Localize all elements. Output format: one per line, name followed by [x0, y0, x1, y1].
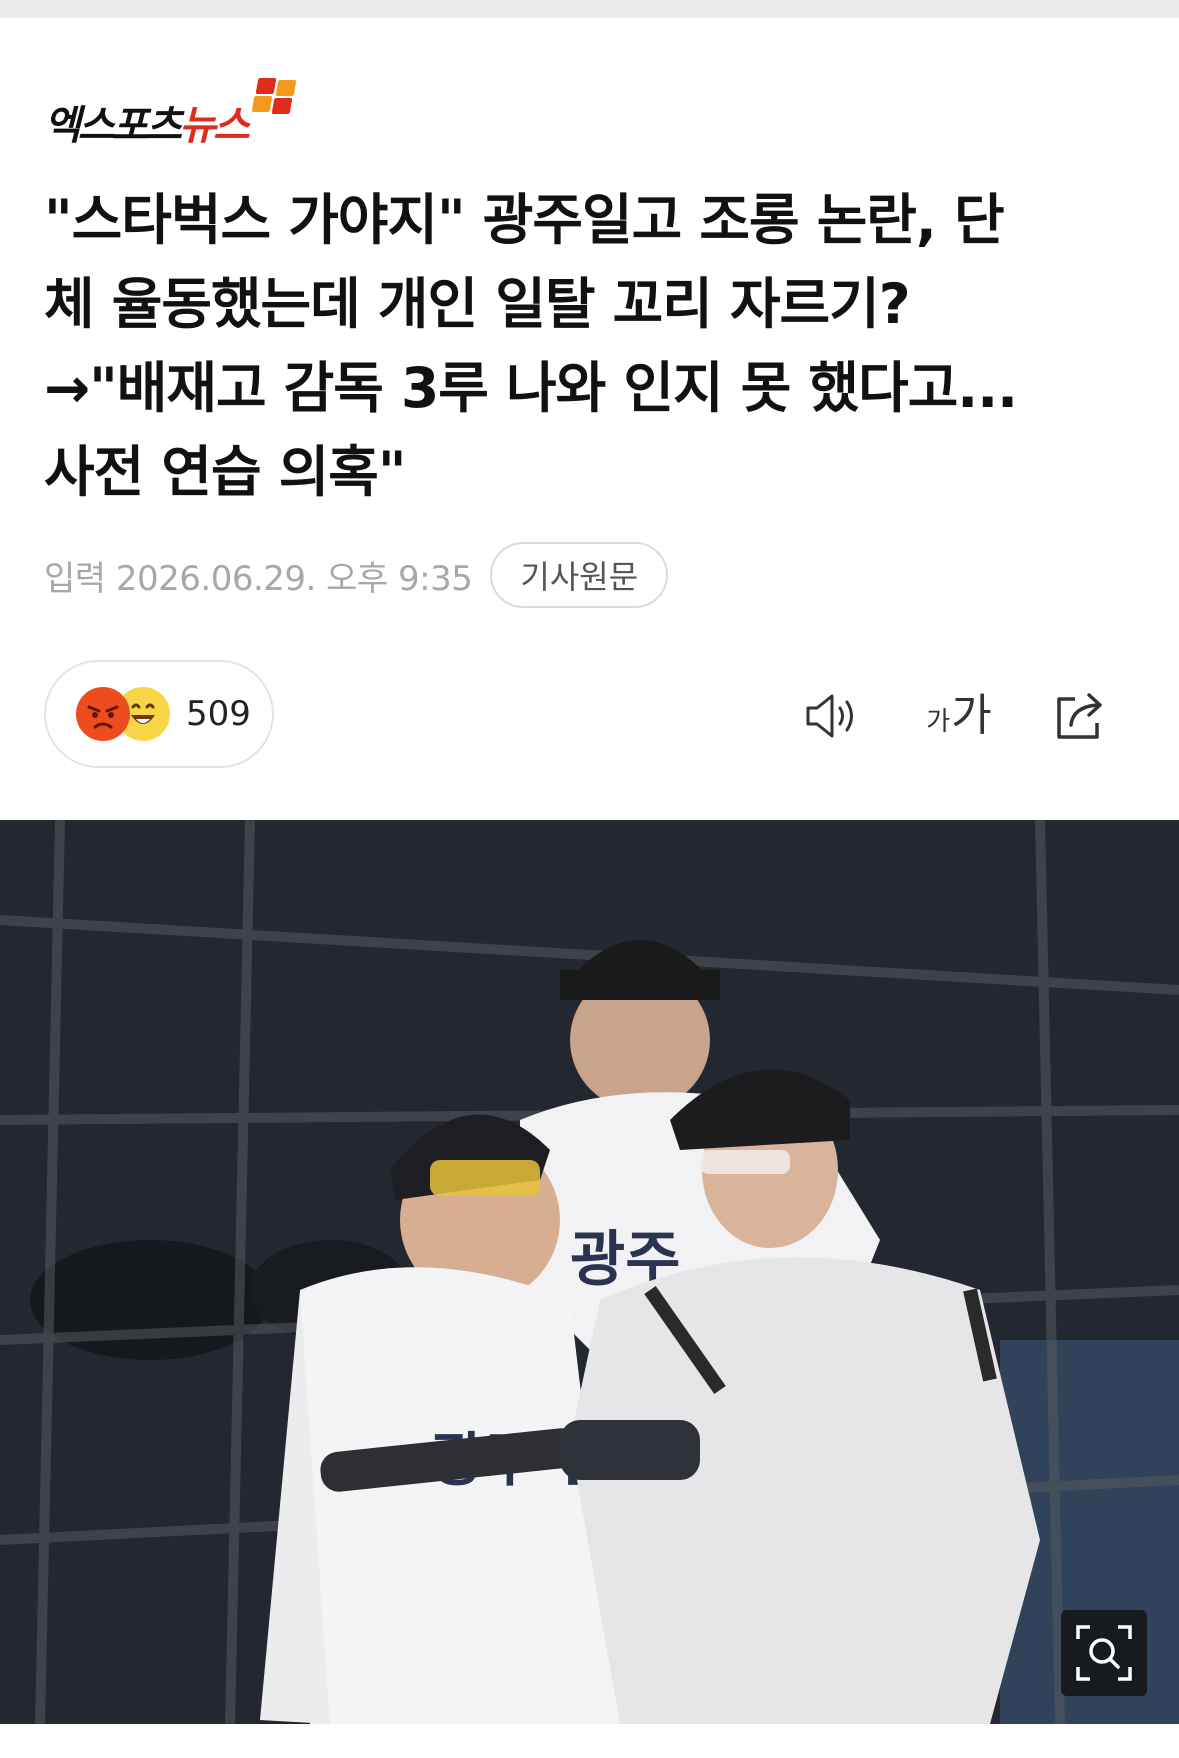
audio-read-button[interactable] [800, 684, 864, 748]
reaction-count: 509 [186, 694, 251, 734]
headline-line: →"배재고 감독 3루 나와 인지 못 했다고... [44, 356, 1018, 420]
logo-text: 엑스포츠뉴스 [44, 103, 250, 149]
speaker-icon [806, 694, 853, 738]
page-bottom-edge [0, 1724, 1179, 1758]
logo-mark-icon [251, 78, 297, 128]
article-headline: "스타벅스 가야지" 광주일고 조롱 논란, 단 체 율동했는데 개인 일탈 꼬… [44, 178, 1144, 514]
angry-emoji-icon [76, 687, 130, 741]
zoom-icon [1076, 1625, 1132, 1681]
brand-logo[interactable]: 엑스포츠뉴스 [44, 76, 297, 146]
status-bar-strip [0, 0, 1179, 18]
share-icon [1057, 693, 1102, 739]
headline-line: "스타벅스 가야지" 광주일고 조롱 논란, 단 [44, 188, 1005, 252]
headline-line: 체 율동했는데 개인 일탈 꼬리 자르기? [44, 272, 911, 336]
article-photo[interactable]: 광주 광주 일 [0, 820, 1179, 1724]
article-meta: 입력 2026.06.29. 오후 9:35 기사원문 [44, 540, 669, 610]
font-size-icon: 가가 [926, 690, 992, 741]
headline-line: 사전 연습 의혹" [44, 440, 407, 504]
published-date: 입력 2026.06.29. 오후 9:35 [44, 558, 473, 599]
original-article-button[interactable]: 기사원문 [490, 542, 669, 608]
share-button[interactable] [1048, 684, 1112, 748]
reaction-summary-button[interactable]: 509 [44, 660, 274, 768]
photo-zoom-button[interactable] [1061, 1610, 1147, 1696]
font-size-button[interactable]: 가가 [922, 684, 996, 748]
